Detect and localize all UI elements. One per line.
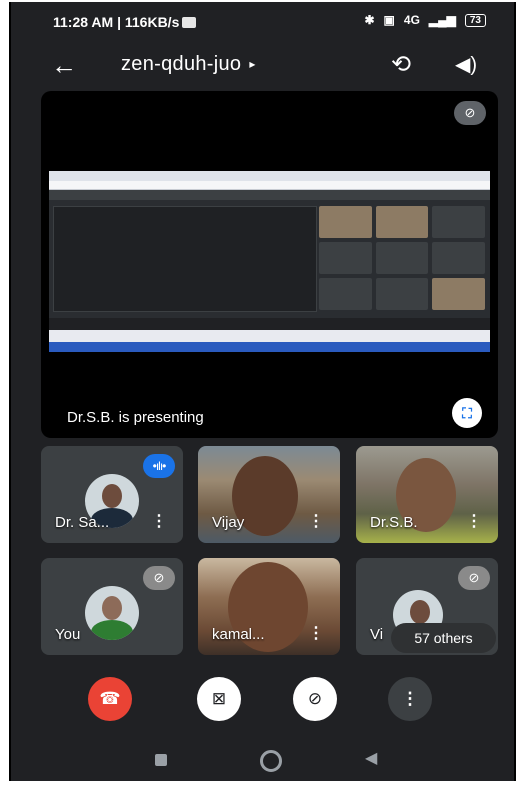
home-icon[interactable] — [260, 750, 282, 772]
participant-name: You — [55, 626, 81, 643]
participant-tile[interactable]: ⊘ You — [41, 558, 183, 655]
participant-tile[interactable]: Dr.S.B. ⋮ — [356, 446, 498, 543]
caret-right-icon: ▸ — [249, 57, 256, 71]
status-bar: 11:28 AM | 116KB/s ✱ ▣ 4G ▂▄▆ 73 — [11, 2, 514, 40]
participant-name: Dr. Sa... — [55, 514, 110, 531]
participant-name: kamal... — [212, 626, 265, 643]
participant-name: Vi — [370, 626, 384, 643]
more-vertical-icon[interactable]: ⋮ — [151, 511, 167, 531]
avatar — [85, 586, 139, 640]
participant-name: Dr.S.B. — [370, 514, 418, 531]
back-triangle-icon[interactable]: ◀ — [365, 748, 377, 768]
camera-toggle-button[interactable]: ⊠ — [197, 677, 241, 721]
participant-tile[interactable]: kamal... ⋮ — [198, 558, 340, 655]
speaker-icon[interactable]: ◀) — [455, 52, 477, 77]
mic-off-icon: ⊘ — [458, 566, 490, 590]
android-nav-bar: ◀ — [11, 742, 514, 781]
more-options-button[interactable]: ⋮ — [388, 677, 432, 721]
participant-tile[interactable]: •ılı• Dr. Sa... ⋮ — [41, 446, 183, 543]
presenting-label: Dr.S.B. is presenting — [67, 409, 204, 426]
meeting-header: ← zen-qduh-juo ▸ ⟲ ◀) — [11, 42, 514, 88]
others-count-button[interactable]: 57 others — [391, 623, 496, 653]
camera-flip-icon[interactable]: ⟲ — [391, 50, 411, 79]
bluetooth-icon: ✱ — [364, 13, 375, 27]
gmail-icon — [182, 17, 197, 28]
signal-icon: ▂▄▆ — [428, 13, 456, 27]
network-type: 4G — [403, 13, 420, 27]
more-vertical-icon[interactable]: ⋮ — [466, 511, 482, 531]
status-icons: ✱ ▣ 4G ▂▄▆ 73 — [364, 13, 486, 27]
fullscreen-icon[interactable]: ⛶ — [452, 398, 482, 428]
more-vertical-icon[interactable]: ⋮ — [308, 623, 324, 643]
video-off-icon: ⊠ — [211, 689, 227, 708]
end-call-button[interactable]: ☎ — [88, 677, 132, 721]
recents-icon[interactable] — [155, 754, 167, 766]
speaking-indicator-icon: •ılı• — [143, 454, 175, 478]
mic-off-icon: ⊘ — [143, 566, 175, 590]
nfc-icon: ▣ — [383, 13, 395, 27]
presentation-tile[interactable]: ⊘ Dr.S.B. is presenting ⛶ — [41, 91, 498, 438]
mic-off-icon: ⊘ — [307, 689, 323, 708]
more-vertical-icon: ⋮ — [401, 689, 419, 708]
status-time: 11:28 AM | 116KB/s — [53, 14, 197, 30]
meeting-title[interactable]: zen-qduh-juo ▸ — [121, 53, 256, 76]
meet-screen: 11:28 AM | 116KB/s ✱ ▣ 4G ▂▄▆ 73 ← zen-q… — [9, 2, 516, 781]
mic-off-icon: ⊘ — [454, 101, 486, 125]
phone-hangup-icon: ☎ — [99, 689, 121, 708]
participant-tile[interactable]: Vijay ⋮ — [198, 446, 340, 543]
more-vertical-icon[interactable]: ⋮ — [308, 511, 324, 531]
battery-indicator: 73 — [464, 13, 486, 27]
mic-toggle-button[interactable]: ⊘ — [293, 677, 337, 721]
shared-screen-image — [49, 171, 490, 352]
participant-name: Vijay — [212, 514, 245, 531]
arrow-left-icon[interactable]: ← — [51, 50, 77, 81]
